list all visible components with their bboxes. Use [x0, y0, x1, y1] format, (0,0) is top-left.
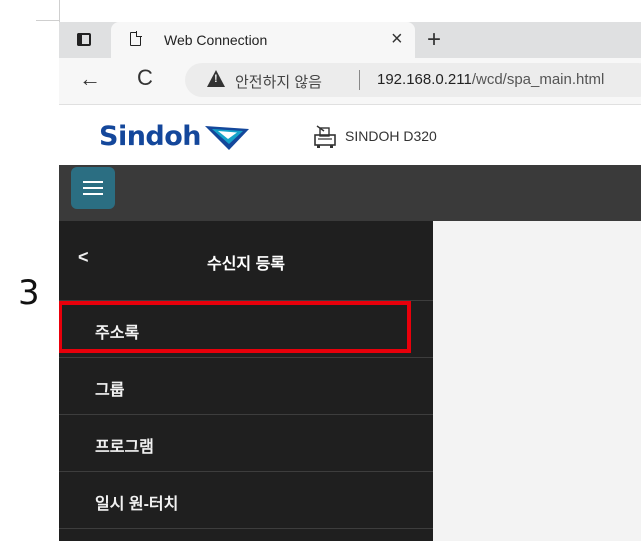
- url-text[interactable]: 192.168.0.211/wcd/spa_main.html: [377, 71, 604, 88]
- sidebar-item-label: 일시 원-터치: [95, 496, 179, 513]
- sidebar-item-temporary-one-touch[interactable]: 일시 원-터치: [59, 472, 433, 529]
- main-content-area: [433, 221, 641, 541]
- address-bar[interactable]: 안전하지 않음 192.168.0.211/wcd/spa_main.html: [185, 63, 641, 97]
- tab-title: Web Connection: [164, 32, 268, 48]
- back-button[interactable]: ←: [79, 68, 101, 90]
- sidebar-header: < 수신지 등록: [59, 221, 433, 301]
- url-path: /wcd/spa_main.html: [471, 71, 605, 88]
- page-icon: [130, 31, 142, 46]
- sidebar-item-program[interactable]: 프로그램: [59, 415, 433, 472]
- warning-icon[interactable]: [207, 70, 225, 87]
- tab-actions-icon[interactable]: [74, 31, 96, 51]
- guide-line-top: [36, 20, 60, 21]
- browser-window: Web Connection × + ← C 안전하지 않음 192.168.0…: [59, 22, 641, 541]
- top-navigation-bar: [59, 165, 641, 221]
- tab-strip: Web Connection × +: [59, 22, 641, 58]
- app-header: Sindoh SINDOH D320: [59, 105, 641, 165]
- printer-icon: [314, 125, 336, 148]
- logo-mark-icon: [205, 125, 250, 150]
- url-host: 192.168.0.211: [377, 71, 472, 88]
- sidebar: < 수신지 등록 주소록 그룹 프로그램 일시 원-터치: [59, 221, 433, 541]
- sindoh-logo: Sindoh: [99, 121, 251, 152]
- hamburger-icon[interactable]: [71, 167, 115, 209]
- step-number: 3: [18, 273, 40, 313]
- sidebar-item-group[interactable]: 그룹: [59, 358, 433, 415]
- address-divider: [359, 70, 360, 90]
- highlight-box: [59, 301, 411, 353]
- logo-text: Sindoh: [99, 121, 202, 152]
- close-tab-button[interactable]: ×: [391, 28, 403, 51]
- security-status[interactable]: 안전하지 않음: [235, 71, 322, 92]
- sidebar-item-label: 그룹: [95, 382, 125, 399]
- reload-button[interactable]: C: [137, 67, 153, 89]
- sidebar-title: 수신지 등록: [206, 256, 286, 273]
- guide-line-left: [59, 0, 60, 22]
- device-info: SINDOH D320: [311, 123, 437, 149]
- sidebar-item-label: 프로그램: [95, 439, 154, 456]
- browser-toolbar: ← C 안전하지 않음 192.168.0.211/wcd/spa_main.h…: [59, 58, 641, 105]
- new-tab-button[interactable]: +: [427, 26, 441, 54]
- browser-tab[interactable]: Web Connection ×: [111, 22, 415, 58]
- device-name: SINDOH D320: [345, 128, 437, 144]
